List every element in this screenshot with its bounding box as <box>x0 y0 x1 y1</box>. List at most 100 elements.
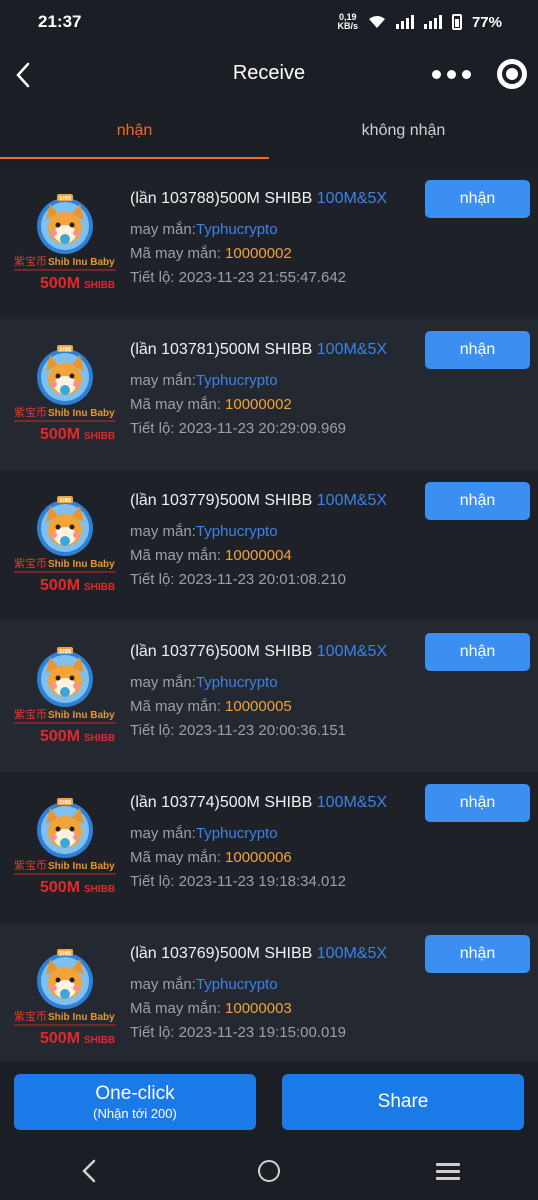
item-lucky-name: may mắn:Typhucrypto <box>130 976 538 993</box>
lucky-code-label: Mã may mắn: <box>130 396 226 413</box>
one-click-sublabel: (Nhận tới 200) <box>93 1106 177 1121</box>
signal-icon-2 <box>423 15 442 29</box>
lucky-code-label: Mã may mắn: <box>130 547 226 564</box>
reveal-time-value: 2023-11-23 20:00:36.151 <box>178 722 347 739</box>
nav-recents-icon[interactable] <box>428 1151 468 1191</box>
lucky-name-value: Typhucrypto <box>195 825 278 842</box>
network-speed-unit: KB/s <box>337 21 358 31</box>
receive-button[interactable]: nhận <box>425 633 530 671</box>
list-item-4: SHIB 紫宝币 Shib Inu Baby 500M SHIBB (lần 1… <box>0 621 538 772</box>
close-miniapp-icon[interactable] <box>497 59 527 89</box>
svg-text:500M: 500M <box>40 1030 80 1047</box>
shibb-logo: SHIB 紫宝币 Shib Inu Baby 500M SHIBB <box>12 192 118 298</box>
action-footer: One-click (Nhận tới 200) Share <box>0 1062 538 1142</box>
svg-text:Shib Inu Baby: Shib Inu Baby <box>48 710 115 721</box>
item-lucky-code: Mã may mắn: 10000003 <box>130 1000 538 1017</box>
tab-not-received[interactable]: không nhận <box>269 106 538 160</box>
status-icons: 0,19 KB/s 77% <box>337 13 502 31</box>
receive-button[interactable]: nhận <box>425 180 530 218</box>
lucky-name-label: may mắn: <box>130 674 196 691</box>
svg-text:紫宝币: 紫宝币 <box>14 556 47 570</box>
item-title-text: (lần 103776)500M SHIBB <box>130 643 317 660</box>
item-lucky-name: may mắn:Typhucrypto <box>130 372 538 389</box>
reveal-time-label: Tiết lộ: <box>130 571 179 588</box>
list-item-5: SHIB 紫宝币 Shib Inu Baby 500M SHIBB (lần 1… <box>0 772 538 923</box>
svg-text:Shib Inu Baby: Shib Inu Baby <box>48 1012 115 1023</box>
svg-text:Shib Inu Baby: Shib Inu Baby <box>48 559 115 570</box>
receive-button[interactable]: nhận <box>425 331 530 369</box>
lucky-name-value: Typhucrypto <box>195 523 278 540</box>
item-lucky-name: may mắn:Typhucrypto <box>130 523 538 540</box>
shibb-logo: SHIB 紫宝币 Shib Inu Baby 500M SHIBB <box>12 947 118 1053</box>
svg-text:SHIBB: SHIBB <box>84 280 115 291</box>
item-reveal-time: Tiết lộ: 2023-11-23 20:01:08.210 <box>130 571 538 588</box>
item-title-highlight: 100M&5X <box>316 794 388 811</box>
svg-text:500M: 500M <box>40 426 80 443</box>
svg-text:SHIB: SHIB <box>59 951 71 957</box>
tab-received[interactable]: nhận <box>0 106 269 160</box>
item-title-text: (lần 103788)500M SHIBB <box>130 190 317 207</box>
battery-icon <box>451 14 462 30</box>
shibb-logo: SHIB 紫宝币 Shib Inu Baby 500M SHIBB <box>12 796 118 902</box>
nav-back-icon[interactable] <box>70 1151 110 1191</box>
lucky-code-value: 10000005 <box>225 698 292 715</box>
item-lucky-code: Mã may mắn: 10000006 <box>130 849 538 866</box>
reveal-time-label: Tiết lộ: <box>130 873 179 890</box>
item-title-text: (lần 103769)500M SHIBB <box>130 945 317 962</box>
list-item-3: SHIB 紫宝币 Shib Inu Baby 500M SHIBB (lần 1… <box>0 470 538 621</box>
svg-text:SHIBB: SHIBB <box>84 733 115 744</box>
svg-text:SHIB: SHIB <box>59 196 71 202</box>
list-item-1: SHIB 紫宝币 Shib Inu Baby 500M SHIBB (lần 1… <box>0 168 538 319</box>
svg-text:500M: 500M <box>40 577 80 594</box>
svg-text:SHIB: SHIB <box>59 498 71 504</box>
share-button[interactable]: Share <box>282 1074 524 1130</box>
svg-text:500M: 500M <box>40 728 80 745</box>
svg-text:紫宝币: 紫宝币 <box>14 254 47 268</box>
svg-text:SHIBB: SHIBB <box>84 582 115 593</box>
svg-text:500M: 500M <box>40 275 80 292</box>
svg-text:Shib Inu Baby: Shib Inu Baby <box>48 408 115 419</box>
one-click-label: One-click <box>95 1083 175 1104</box>
reveal-time-value: 2023-11-23 19:15:00.019 <box>178 1024 347 1041</box>
svg-text:500M: 500M <box>40 879 80 896</box>
share-label: Share <box>377 1091 429 1112</box>
item-title-highlight: 100M&5X <box>316 945 388 962</box>
item-title-highlight: 100M&5X <box>316 190 388 207</box>
item-title-highlight: 100M&5X <box>316 492 388 509</box>
lucky-code-label: Mã may mắn: <box>130 1000 226 1017</box>
tab-bar: nhận không nhận <box>0 106 538 160</box>
reveal-time-label: Tiết lộ: <box>130 722 179 739</box>
item-lucky-code: Mã may mắn: 10000002 <box>130 396 538 413</box>
lucky-name-label: may mắn: <box>130 825 196 842</box>
receive-button[interactable]: nhận <box>425 935 530 973</box>
item-title-text: (lần 103774)500M SHIBB <box>130 794 317 811</box>
svg-text:Shib Inu Baby: Shib Inu Baby <box>48 861 115 872</box>
item-title-highlight: 100M&5X <box>316 643 388 660</box>
item-lucky-code: Mã may mắn: 10000004 <box>130 547 538 564</box>
lucky-name-label: may mắn: <box>130 221 196 238</box>
lucky-code-value: 10000003 <box>225 1000 292 1017</box>
reveal-time-value: 2023-11-23 19:18:34.012 <box>178 873 347 890</box>
network-speed: 0,19 KB/s <box>337 13 358 31</box>
one-click-button[interactable]: One-click (Nhận tới 200) <box>14 1074 256 1130</box>
system-nav-bar <box>0 1142 538 1200</box>
reveal-time-value: 2023-11-23 21:55:47.642 <box>178 269 347 286</box>
svg-text:SHIBB: SHIBB <box>84 884 115 895</box>
lucky-code-value: 10000006 <box>225 849 292 866</box>
svg-text:紫宝币: 紫宝币 <box>14 858 47 872</box>
item-title-text: (lần 103781)500M SHIBB <box>130 341 317 358</box>
nav-home-icon[interactable] <box>249 1151 289 1191</box>
item-lucky-code: Mã may mắn: 10000005 <box>130 698 538 715</box>
shibb-logo: SHIB 紫宝币 Shib Inu Baby 500M SHIBB <box>12 343 118 449</box>
receive-button[interactable]: nhận <box>425 482 530 520</box>
lucky-name-value: Typhucrypto <box>195 372 278 389</box>
item-title-text: (lần 103779)500M SHIBB <box>130 492 317 509</box>
app-header: Receive <box>0 44 538 106</box>
svg-text:SHIB: SHIB <box>59 347 71 353</box>
reveal-time-label: Tiết lộ: <box>130 269 179 286</box>
svg-text:SHIBB: SHIBB <box>84 1035 115 1046</box>
receive-button[interactable]: nhận <box>425 784 530 822</box>
more-options-icon[interactable] <box>432 68 472 80</box>
lucky-code-value: 10000004 <box>225 547 292 564</box>
lucky-code-value: 10000002 <box>225 396 292 413</box>
